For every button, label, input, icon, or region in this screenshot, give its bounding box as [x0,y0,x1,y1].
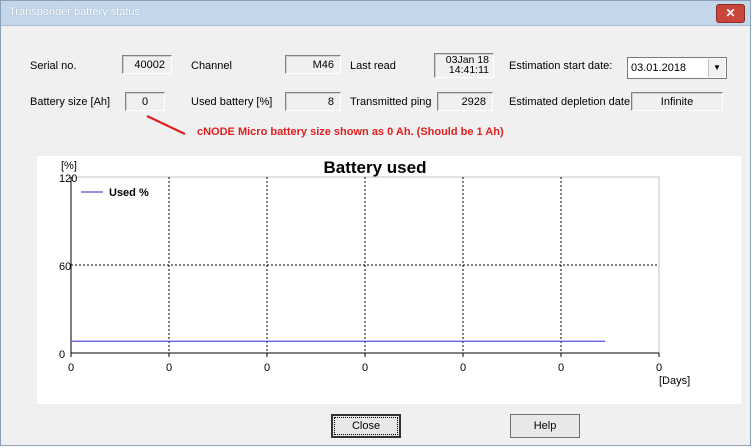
used-battery-value: 8 [285,92,341,111]
battery-status-dialog: Transponder battery status ✕ Serial no. … [0,0,751,446]
serial-value: 40002 [122,55,172,74]
y-tick-label: 60 [59,261,71,273]
y-axis-label: [%] [61,160,77,172]
x-tick-label: 0 [460,362,466,374]
chart-panel: 0 60 120 0 0 0 0 0 0 0 [%] [Days] Battery used Used % [37,156,741,404]
window-title: Transponder battery status [9,6,141,18]
estimation-start-select[interactable]: 03.01.2018 ▼ [627,57,727,79]
last-read-time: 14:41:11 [448,64,489,76]
x-tick-label: 0 [264,362,270,374]
x-tick-label: 0 [656,362,662,374]
dropdown-arrow-icon[interactable]: ▼ [708,59,725,77]
x-axis-label: [Days] [659,375,690,387]
serial-label: Serial no. [30,60,77,72]
title-bar: Transponder battery status ✕ [1,1,750,26]
close-window-icon[interactable]: ✕ [716,4,745,23]
depletion-date-value: Infinite [631,92,723,111]
battery-chart: 0601200 0 0 0 0 0 0[%][Days]Battery usedUsed % [59,158,690,387]
battery-size-value: 0 [125,92,165,111]
used-battery-label: Used battery [%] [191,96,273,108]
last-read-label: Last read [350,60,396,72]
y-tick-label: 0 [59,349,65,361]
x-tick-label: 0 [558,362,564,374]
help-button[interactable]: Help [510,414,580,438]
last-read-value: 03Jan 18 14:41:11 [434,53,494,78]
annotation-text: cNODE Micro battery size shown as 0 Ah. … [197,126,504,138]
transmitted-ping-label: Transmitted ping [350,96,432,108]
battery-size-label: Battery size [Ah] [30,96,111,108]
close-button[interactable]: Close [331,414,401,438]
x-tick-label: 0 [362,362,368,374]
annotation-arrow [146,115,186,135]
estimation-start-value: 03.01.2018 [631,62,687,74]
chart-title: Battery used [324,158,427,177]
x-tick-label: 0 [68,362,74,374]
depletion-date-label: Estimated depletion date: [509,96,634,108]
x-tick-label: 0 [166,362,172,374]
channel-value: M46 [285,55,341,74]
transmitted-ping-value: 2928 [437,92,493,111]
channel-label: Channel [191,60,232,72]
legend-label: Used % [109,187,149,199]
estimation-start-label: Estimation start date: [509,60,613,72]
y-tick-label: 120 [59,173,77,185]
